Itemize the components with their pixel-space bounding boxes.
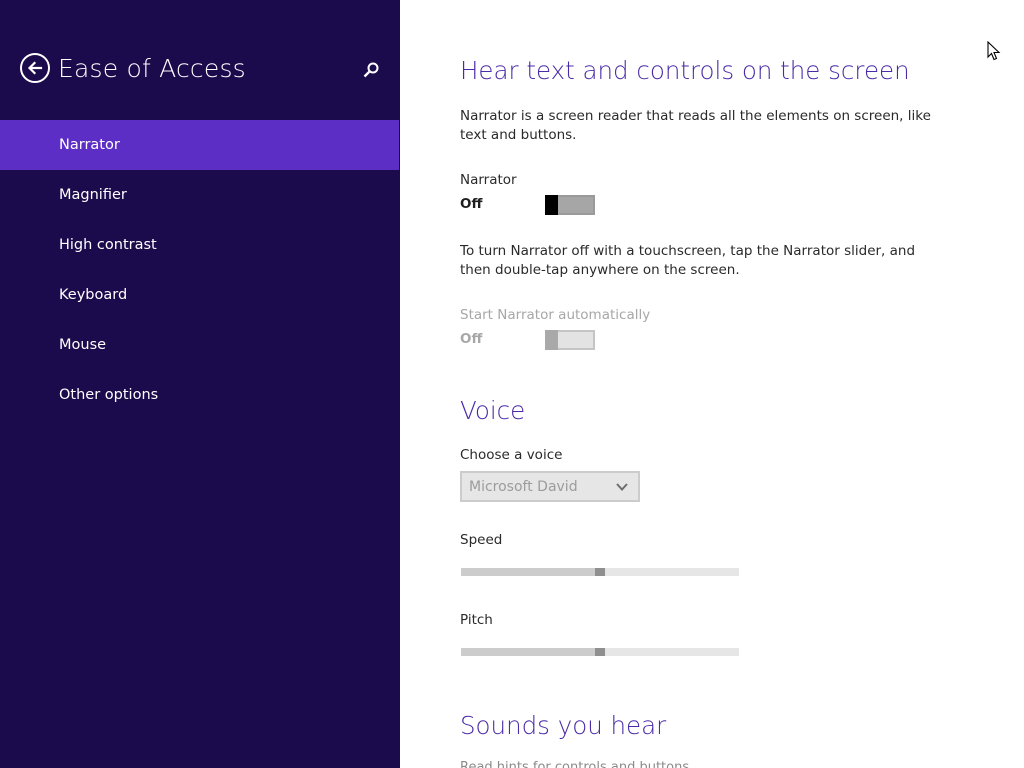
toggle-thumb xyxy=(545,195,558,215)
choose-voice-label: Choose a voice xyxy=(460,447,563,463)
sidebar-item-other-options[interactable]: Other options xyxy=(0,370,400,420)
sidebar-item-keyboard[interactable]: Keyboard xyxy=(0,270,400,320)
sidebar-item-label: High contrast xyxy=(59,237,157,253)
chevron-down-icon xyxy=(616,483,628,491)
slider-fill xyxy=(461,648,595,656)
auto-start-state: Off xyxy=(460,331,483,347)
back-button[interactable] xyxy=(20,53,50,83)
sidebar-item-high-contrast[interactable]: High contrast xyxy=(0,220,400,270)
page-title: Ease of Access xyxy=(58,53,246,83)
narrator-label: Narrator xyxy=(460,172,517,188)
mouse-cursor-icon xyxy=(987,41,1001,61)
section-heading-voice: Voice xyxy=(460,396,526,425)
search-icon xyxy=(363,62,379,78)
voice-dropdown-value: Microsoft David xyxy=(469,478,578,495)
sidebar: Ease of Access Narrator Magnifier High c… xyxy=(0,0,400,768)
sidebar-item-label: Mouse xyxy=(59,337,107,353)
sidebar-item-label: Other options xyxy=(59,387,159,403)
speed-label: Speed xyxy=(460,532,503,548)
slider-thumb[interactable] xyxy=(595,568,605,576)
sidebar-item-label: Narrator xyxy=(59,137,120,153)
main-content: Hear text and controls on the screen Nar… xyxy=(400,0,1024,768)
sidebar-item-narrator[interactable]: Narrator xyxy=(0,120,399,170)
touch-hint: To turn Narrator off with a touchscreen,… xyxy=(460,243,916,278)
pitch-slider[interactable] xyxy=(461,645,739,657)
speed-slider[interactable] xyxy=(461,565,739,577)
narrator-description: Narrator is a screen reader that reads a… xyxy=(460,108,931,143)
sidebar-header: Ease of Access xyxy=(20,53,246,83)
sidebar-item-label: Keyboard xyxy=(59,287,128,303)
partial-setting-label: Read hints for controls and buttons xyxy=(460,760,690,768)
auto-start-toggle[interactable] xyxy=(545,330,595,350)
slider-thumb[interactable] xyxy=(595,648,605,656)
sidebar-nav: Narrator Magnifier High contrast Keyboar… xyxy=(0,120,400,420)
settings-window: Ease of Access Narrator Magnifier High c… xyxy=(0,0,1024,768)
search-button[interactable] xyxy=(361,60,381,80)
sidebar-item-magnifier[interactable]: Magnifier xyxy=(0,170,400,220)
narrator-state: Off xyxy=(460,196,483,212)
slider-fill xyxy=(461,568,595,576)
section-heading-sounds: Sounds you hear xyxy=(460,711,667,740)
sidebar-item-label: Magnifier xyxy=(59,187,127,203)
section-heading-hear: Hear text and controls on the screen xyxy=(460,56,910,85)
toggle-thumb xyxy=(545,330,558,350)
voice-dropdown[interactable]: Microsoft David xyxy=(460,471,640,502)
pitch-label: Pitch xyxy=(460,612,493,628)
narrator-toggle[interactable] xyxy=(545,195,595,215)
sidebar-item-mouse[interactable]: Mouse xyxy=(0,320,400,370)
auto-start-label: Start Narrator automatically xyxy=(460,307,651,323)
back-arrow-icon xyxy=(27,61,43,75)
